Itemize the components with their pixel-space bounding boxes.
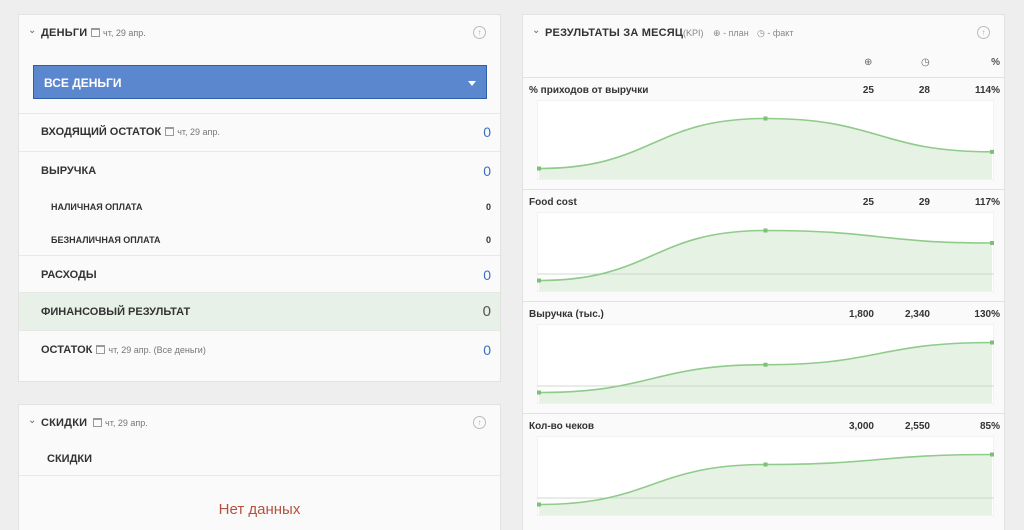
kpi-percent-value: 85% [979, 421, 1000, 432]
gauge-icon: ◷ [757, 28, 765, 38]
data-point [763, 116, 768, 121]
row-value: 0 [483, 163, 491, 179]
legend-fact: ◷ - факт [757, 28, 794, 38]
scroll-up-icon[interactable]: ↑ [977, 26, 990, 39]
data-point [763, 362, 768, 367]
collapse-chevron-icon[interactable]: ⌄ [28, 25, 36, 36]
data-point [537, 390, 541, 395]
scroll-up-icon[interactable]: ↑ [473, 26, 486, 39]
target-icon: ⊕ [713, 28, 721, 38]
kpi-fact-value: 28 [918, 85, 930, 96]
kpi-item[interactable]: % приходов от выручки 25 28 114% [523, 77, 1004, 189]
discounts-panel-title: СКИДКИ [41, 417, 88, 429]
data-point [763, 462, 768, 467]
kpi-fact-value: 2,340 [904, 309, 930, 320]
row-opening-balance: ВХОДЯЩИЙ ОСТАТОК чт, 29 апр. 0 [19, 113, 500, 151]
calendar-icon [91, 28, 100, 37]
kpi-item-name[interactable]: Кол-во чеков [529, 421, 594, 432]
kpi-trend-chart [536, 211, 995, 293]
data-point [763, 228, 768, 233]
chevron-down-icon [468, 81, 476, 86]
fact-column-gauge-icon: ◷ [921, 57, 930, 68]
legend-plan: ⊕ - план [713, 28, 749, 38]
row-revenue: ВЫРУЧКА 0 [19, 151, 500, 189]
kpi-item-name[interactable]: Выручка (тыс.) [529, 309, 604, 320]
kpi-plan-value: 25 [862, 85, 874, 96]
row-value: 0 [485, 235, 491, 245]
money-date: чт, 29 апр. [91, 28, 146, 38]
row-value: 0 [483, 124, 491, 140]
row-value: 0 [482, 303, 491, 320]
kpi-trend-svg [536, 323, 995, 405]
kpi-panel-title: РЕЗУЛЬТАТЫ ЗА МЕСЯЦ [545, 27, 684, 39]
row-label: БЕЗНАЛИЧНАЯ ОПЛАТА [51, 235, 161, 245]
kpi-item[interactable]: Кол-во чеков 3,000 2,550 85% [523, 413, 1004, 525]
row-value: 0 [485, 202, 491, 212]
discounts-subheading: СКИДКИ [47, 453, 93, 465]
row-cashless-payment: БЕЗНАЛИЧНАЯ ОПЛАТА 0 [19, 222, 500, 255]
kpi-tag: (KPI) [683, 28, 704, 38]
money-account-select-value: ВСЕ ДЕНЬГИ [44, 76, 122, 90]
row-label: ОСТАТОК чт, 29 апр. (Все деньги) [41, 344, 206, 356]
collapse-chevron-icon[interactable]: ⌄ [532, 25, 540, 36]
kpi-fact-value: 29 [918, 197, 930, 208]
data-point [990, 241, 994, 245]
kpi-percent-value: 130% [974, 309, 1000, 320]
percent-column-header: % [991, 57, 1000, 68]
kpi-trend-chart [536, 435, 995, 517]
row-label: НАЛИЧНАЯ ОПЛАТА [51, 202, 143, 212]
kpi-panel-header[interactable]: ⌄ РЕЗУЛЬТАТЫ ЗА МЕСЯЦ (KPI) ⊕ - план ◷ -… [523, 15, 1004, 53]
scroll-up-icon[interactable]: ↑ [473, 416, 486, 429]
collapse-chevron-icon[interactable]: ⌄ [28, 415, 36, 426]
data-point [990, 452, 994, 457]
discounts-panel-header[interactable]: ⌄ СКИДКИ чт, 29 апр. ↑ [19, 405, 500, 443]
kpi-trend-svg [536, 99, 995, 181]
discounts-panel: ⌄ СКИДКИ чт, 29 апр. ↑ СКИДКИ Нет данных [18, 404, 501, 530]
data-point [990, 149, 994, 154]
data-point [537, 166, 541, 171]
kpi-fact-value: 2,550 [904, 421, 930, 432]
kpi-percent-value: 114% [974, 85, 1000, 96]
row-expenses: РАСХОДЫ 0 [19, 255, 500, 293]
kpi-item[interactable]: Выручка (тыс.) 1,800 2,340 130% [523, 301, 1004, 413]
row-financial-result: ФИНАНСОВЫЙ РЕЗУЛЬТАТ 0 [19, 292, 500, 330]
kpi-plan-value: 3,000 [848, 421, 874, 432]
row-closing-balance: ОСТАТОК чт, 29 апр. (Все деньги) 0 [19, 330, 500, 368]
row-label: ФИНАНСОВЫЙ РЕЗУЛЬТАТ [41, 306, 191, 318]
kpi-item[interactable]: Food cost 25 29 117% [523, 189, 1004, 301]
row-value: 0 [483, 342, 491, 358]
kpi-item-name[interactable]: Food cost [529, 197, 577, 208]
money-panel: ⌄ ДЕНЬГИ чт, 29 апр. ↑ ВСЕ ДЕНЬГИ ВХОДЯЩ… [18, 14, 501, 382]
kpi-plan-value: 25 [862, 197, 874, 208]
empty-state-text: Нет данных [218, 501, 301, 518]
calendar-icon [93, 418, 102, 427]
data-point [990, 340, 994, 345]
divider [19, 475, 500, 476]
kpi-percent-value: 117% [974, 197, 1000, 208]
kpi-trend-svg [536, 435, 995, 517]
calendar-icon [165, 127, 175, 136]
row-label: РАСХОДЫ [41, 269, 97, 281]
calendar-icon [96, 345, 106, 354]
data-point [537, 502, 541, 507]
kpi-item-name[interactable]: % приходов от выручки [529, 85, 648, 96]
kpi-panel: ⌄ РЕЗУЛЬТАТЫ ЗА МЕСЯЦ (KPI) ⊕ - план ◷ -… [522, 14, 1005, 530]
row-cash-payment: НАЛИЧНАЯ ОПЛАТА 0 [19, 189, 500, 222]
row-label: ВЫРУЧКА [41, 165, 97, 177]
kpi-trend-svg [536, 211, 995, 293]
kpi-plan-value: 1,800 [848, 309, 874, 320]
discounts-date: чт, 29 апр. [93, 418, 148, 428]
row-value: 0 [483, 267, 491, 283]
row-label: ВХОДЯЩИЙ ОСТАТОК чт, 29 апр. [41, 126, 220, 138]
money-account-select[interactable]: ВСЕ ДЕНЬГИ [33, 65, 487, 99]
kpi-trend-chart [536, 323, 995, 405]
money-panel-header[interactable]: ⌄ ДЕНЬГИ чт, 29 апр. ↑ [19, 15, 500, 53]
data-point [537, 278, 541, 283]
money-panel-title: ДЕНЬГИ [41, 27, 88, 39]
plan-column-target-icon: ⊕ [864, 57, 873, 68]
kpi-trend-chart [536, 99, 995, 181]
